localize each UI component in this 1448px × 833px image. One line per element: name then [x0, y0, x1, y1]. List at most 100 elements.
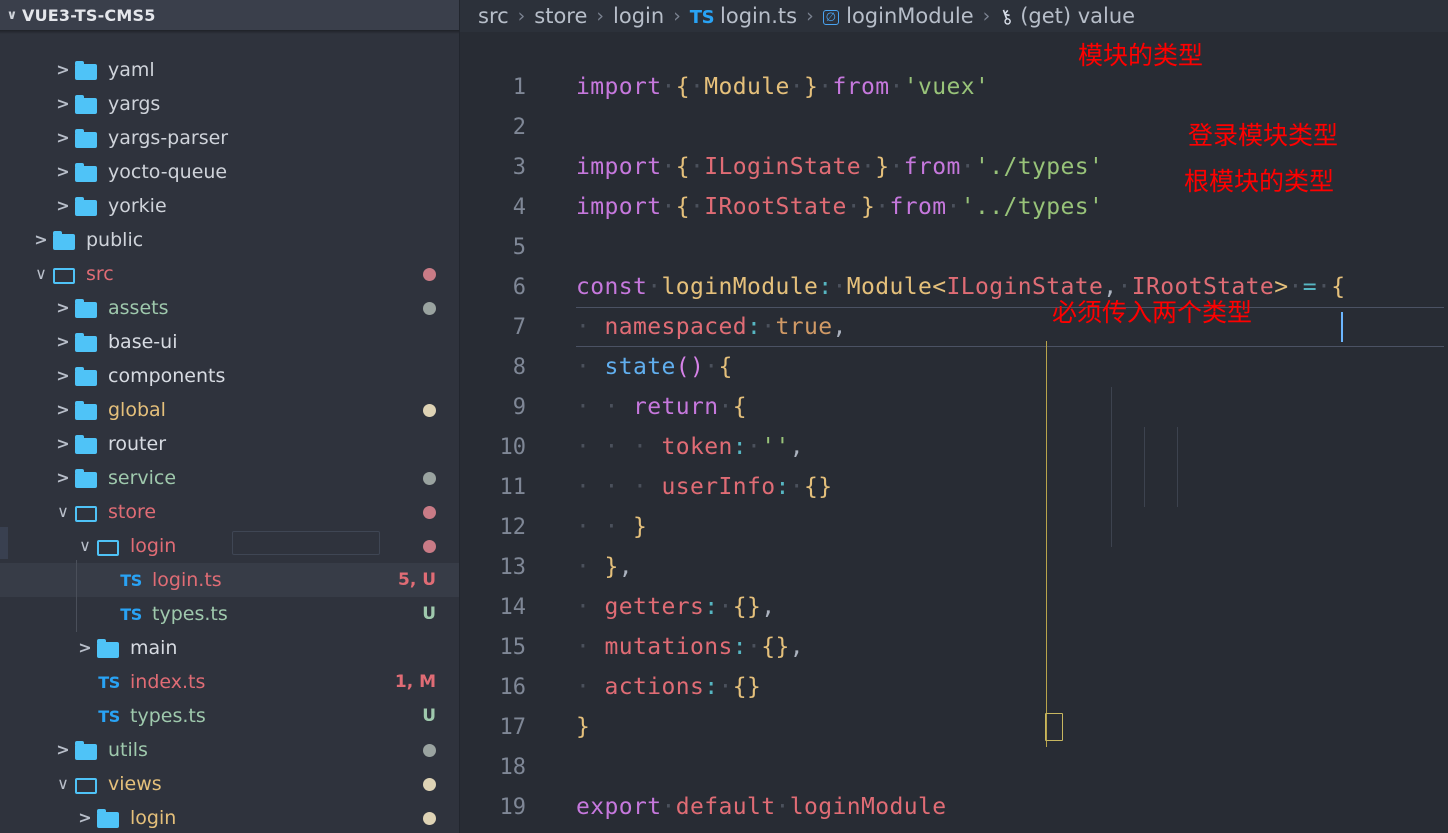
- chevron-right-icon[interactable]: [74, 810, 96, 826]
- code-line[interactable]: 16 · actions:·{}: [460, 667, 1448, 707]
- git-status-badge: U: [422, 604, 436, 624]
- chevron-right-icon[interactable]: [52, 402, 74, 418]
- tree-folder-item[interactable]: global: [0, 393, 460, 427]
- tree-folder-item[interactable]: public: [0, 223, 460, 257]
- folder-icon: [74, 162, 100, 182]
- explorer-root-header[interactable]: ∨ VUE3-TS-CMS5: [0, 0, 460, 30]
- chevron-down-icon: ∨: [6, 7, 18, 23]
- folder-icon: [52, 230, 78, 250]
- chevron-right-icon[interactable]: [52, 368, 74, 384]
- breadcrumb-item[interactable]: login: [613, 4, 664, 28]
- tree-folder-item[interactable]: yocto-queue: [0, 155, 460, 189]
- chevron-right-icon[interactable]: [52, 300, 74, 316]
- breadcrumb-item[interactable]: store: [534, 4, 587, 28]
- breadcrumb[interactable]: src › store › login › TS login.ts › ∅ loginModule ›…: [460, 0, 1448, 32]
- chevron-right-icon[interactable]: [52, 742, 74, 758]
- chevron-right-icon[interactable]: [52, 130, 74, 146]
- code-line[interactable]: 6 const·loginModule:·Module<ILoginState,·…: [460, 267, 1448, 307]
- code-line[interactable]: 5: [460, 227, 1448, 267]
- tree-indent-guide: [76, 560, 77, 632]
- chevron-down-icon[interactable]: [74, 538, 96, 554]
- chevron-down-icon[interactable]: [52, 776, 74, 792]
- code-line[interactable]: 19 export·default·loginModule: [460, 787, 1448, 827]
- tree-folder-item[interactable]: assets: [0, 291, 460, 325]
- code-line[interactable]: 1 import·{·Module·}·from·'vuex': [460, 67, 1448, 107]
- chevron-down-icon[interactable]: [52, 504, 74, 520]
- breadcrumb-item[interactable]: src: [478, 4, 509, 28]
- folder-icon: [74, 740, 100, 760]
- chevron-right-icon[interactable]: [52, 96, 74, 112]
- code-line[interactable]: 11 · · · userInfo:·{}: [460, 467, 1448, 507]
- chevron-right-icon[interactable]: [52, 164, 74, 180]
- chevron-right-icon[interactable]: [74, 640, 96, 656]
- tree-folder-item[interactable]: main: [0, 631, 460, 665]
- variable-symbol-icon: ∅: [822, 10, 840, 25]
- line-number: 1: [512, 74, 526, 100]
- chevron-right-icon[interactable]: [52, 198, 74, 214]
- chevron-right-icon[interactable]: [52, 436, 74, 452]
- git-status-dot: [423, 471, 436, 485]
- tree-folder-item[interactable]: utils: [0, 733, 460, 767]
- tree-folder-item[interactable]: service: [0, 461, 460, 495]
- code-line-text: · actions:·{}: [576, 674, 762, 700]
- breadcrumb-item[interactable]: ⚷ (get) value: [996, 4, 1135, 30]
- code-line[interactable]: 8 · state()·{: [460, 347, 1448, 387]
- code-line[interactable]: 14 · getters:·{},: [460, 587, 1448, 627]
- tree-folder-item[interactable]: login: [0, 529, 460, 563]
- tree-folder-item[interactable]: yargs: [0, 87, 460, 121]
- inline-input-ghost: [232, 531, 380, 555]
- tree-folder-item[interactable]: yargs-parser: [0, 121, 460, 155]
- text-cursor: [1341, 312, 1343, 342]
- tree-item-label: assets: [108, 297, 169, 319]
- folder-icon: [74, 366, 100, 386]
- tree-folder-item[interactable]: views: [0, 767, 460, 801]
- tree-folder-item[interactable]: yorkie: [0, 189, 460, 223]
- code-line[interactable]: 10 · · · token:·'',: [460, 427, 1448, 467]
- typescript-file-icon: TS: [120, 570, 142, 590]
- tree-folder-item[interactable]: src: [0, 257, 460, 291]
- tree-item-label: index.ts: [130, 671, 206, 693]
- tree-item-label: base-ui: [108, 331, 178, 353]
- code-line[interactable]: 12 · · }: [460, 507, 1448, 547]
- line-number: 12: [499, 514, 527, 540]
- code-line-text: · mutations:·{},: [576, 634, 804, 660]
- tree-file-item[interactable]: TS index.ts 1, M: [0, 665, 460, 699]
- chevron-right-icon[interactable]: [30, 232, 52, 248]
- code-line[interactable]: 15 · mutations:·{},: [460, 627, 1448, 667]
- git-status-dot: [423, 301, 436, 315]
- tree-folder-item[interactable]: login: [0, 801, 460, 833]
- annotation-text: 根模块的类型: [1184, 167, 1335, 196]
- code-line[interactable]: 17}: [460, 707, 1448, 747]
- tree-folder-item[interactable]: base-ui: [0, 325, 460, 359]
- annotation-text: 登录模块类型: [1188, 121, 1339, 150]
- code-line-text: · },: [576, 554, 633, 580]
- tree-file-item[interactable]: TS types.ts U: [0, 699, 460, 733]
- folder-icon: [74, 298, 100, 318]
- chevron-right-icon[interactable]: [52, 470, 74, 486]
- tree-folder-item[interactable]: router: [0, 427, 460, 461]
- tree-folder-item[interactable]: yaml: [0, 53, 460, 87]
- folder-icon: [74, 196, 100, 216]
- tree-file-item[interactable]: TS types.ts U: [0, 597, 460, 631]
- breadcrumb-item[interactable]: ∅ loginModule: [822, 4, 974, 28]
- folder-icon: [74, 332, 100, 352]
- scroll-shadow: [0, 30, 460, 34]
- code-line[interactable]: 20: [460, 827, 1448, 833]
- tree-folder-item[interactable]: components: [0, 359, 460, 393]
- chevron-right-icon[interactable]: [52, 334, 74, 350]
- chevron-right-icon[interactable]: [52, 62, 74, 78]
- tree-folder-item[interactable]: store: [0, 495, 460, 529]
- tree-item-label: yargs: [108, 93, 161, 115]
- code-line-text: · getters:·{},: [576, 594, 776, 620]
- tree-item-label: login.ts: [152, 569, 222, 591]
- breadcrumb-separator: ›: [517, 5, 526, 27]
- chevron-down-icon[interactable]: [30, 266, 52, 282]
- tree-file-item[interactable]: TS login.ts 5, U: [0, 563, 460, 597]
- code-line[interactable]: 7 · namespaced:·true,: [460, 307, 1448, 347]
- code-line[interactable]: 18: [460, 747, 1448, 787]
- line-number: 17: [499, 714, 527, 740]
- line-number: 19: [499, 794, 527, 820]
- breadcrumb-item[interactable]: TS login.ts: [690, 4, 797, 28]
- code-line[interactable]: 13 · },: [460, 547, 1448, 587]
- code-line[interactable]: 9 · · return·{: [460, 387, 1448, 427]
